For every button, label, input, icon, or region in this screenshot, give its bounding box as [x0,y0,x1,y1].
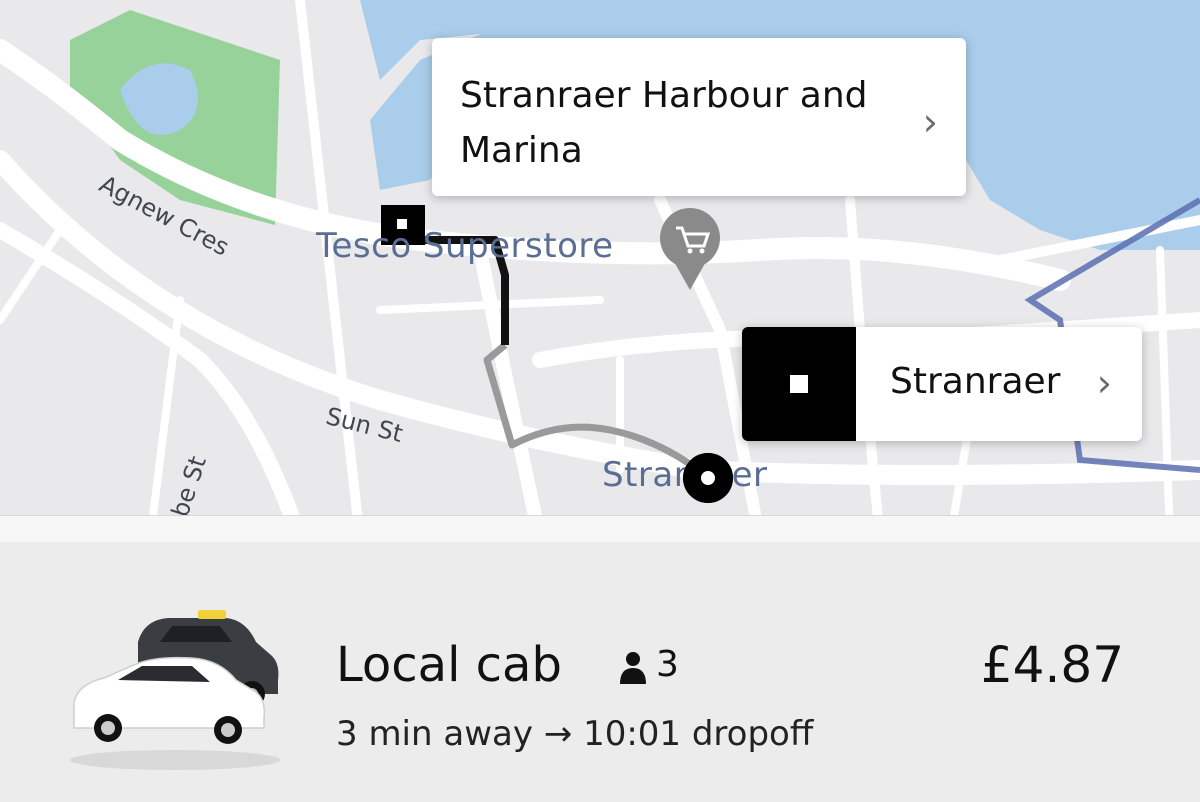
origin-label: Stranraer [890,361,1061,402]
origin-callout[interactable]: Stranraer › [742,327,1142,441]
ride-price: £4.87 [980,636,1124,694]
chevron-right-icon: › [1096,361,1112,405]
sheet-header-strip [0,516,1200,542]
eta-text: 3 min away → 10:01 dropoff [336,714,814,754]
ride-name: Local cab [336,637,562,693]
ride-options-sheet: Local cab 3 3 min away → 10:01 dropoff £… [0,515,1200,802]
place-label-tesco: Tesco Superstore [316,226,614,266]
person-icon [620,652,646,684]
destination-label: Stranraer Harbour and Marina [460,75,868,171]
seat-count: 3 [656,644,679,685]
origin-marker-overlay [683,453,733,503]
origin-square-icon [742,327,856,441]
shopping-cart-icon [660,208,720,290]
map-view[interactable]: Agnew Cres Sun St be St Tesco Superstore… [0,0,1200,540]
ride-option-local-cab[interactable]: Local cab 3 3 min away → 10:01 dropoff £… [0,542,1200,802]
car-illustration-icon [70,610,280,770]
chevron-right-icon: › [922,100,938,144]
destination-callout[interactable]: Stranraer Harbour and Marina › [432,38,966,196]
